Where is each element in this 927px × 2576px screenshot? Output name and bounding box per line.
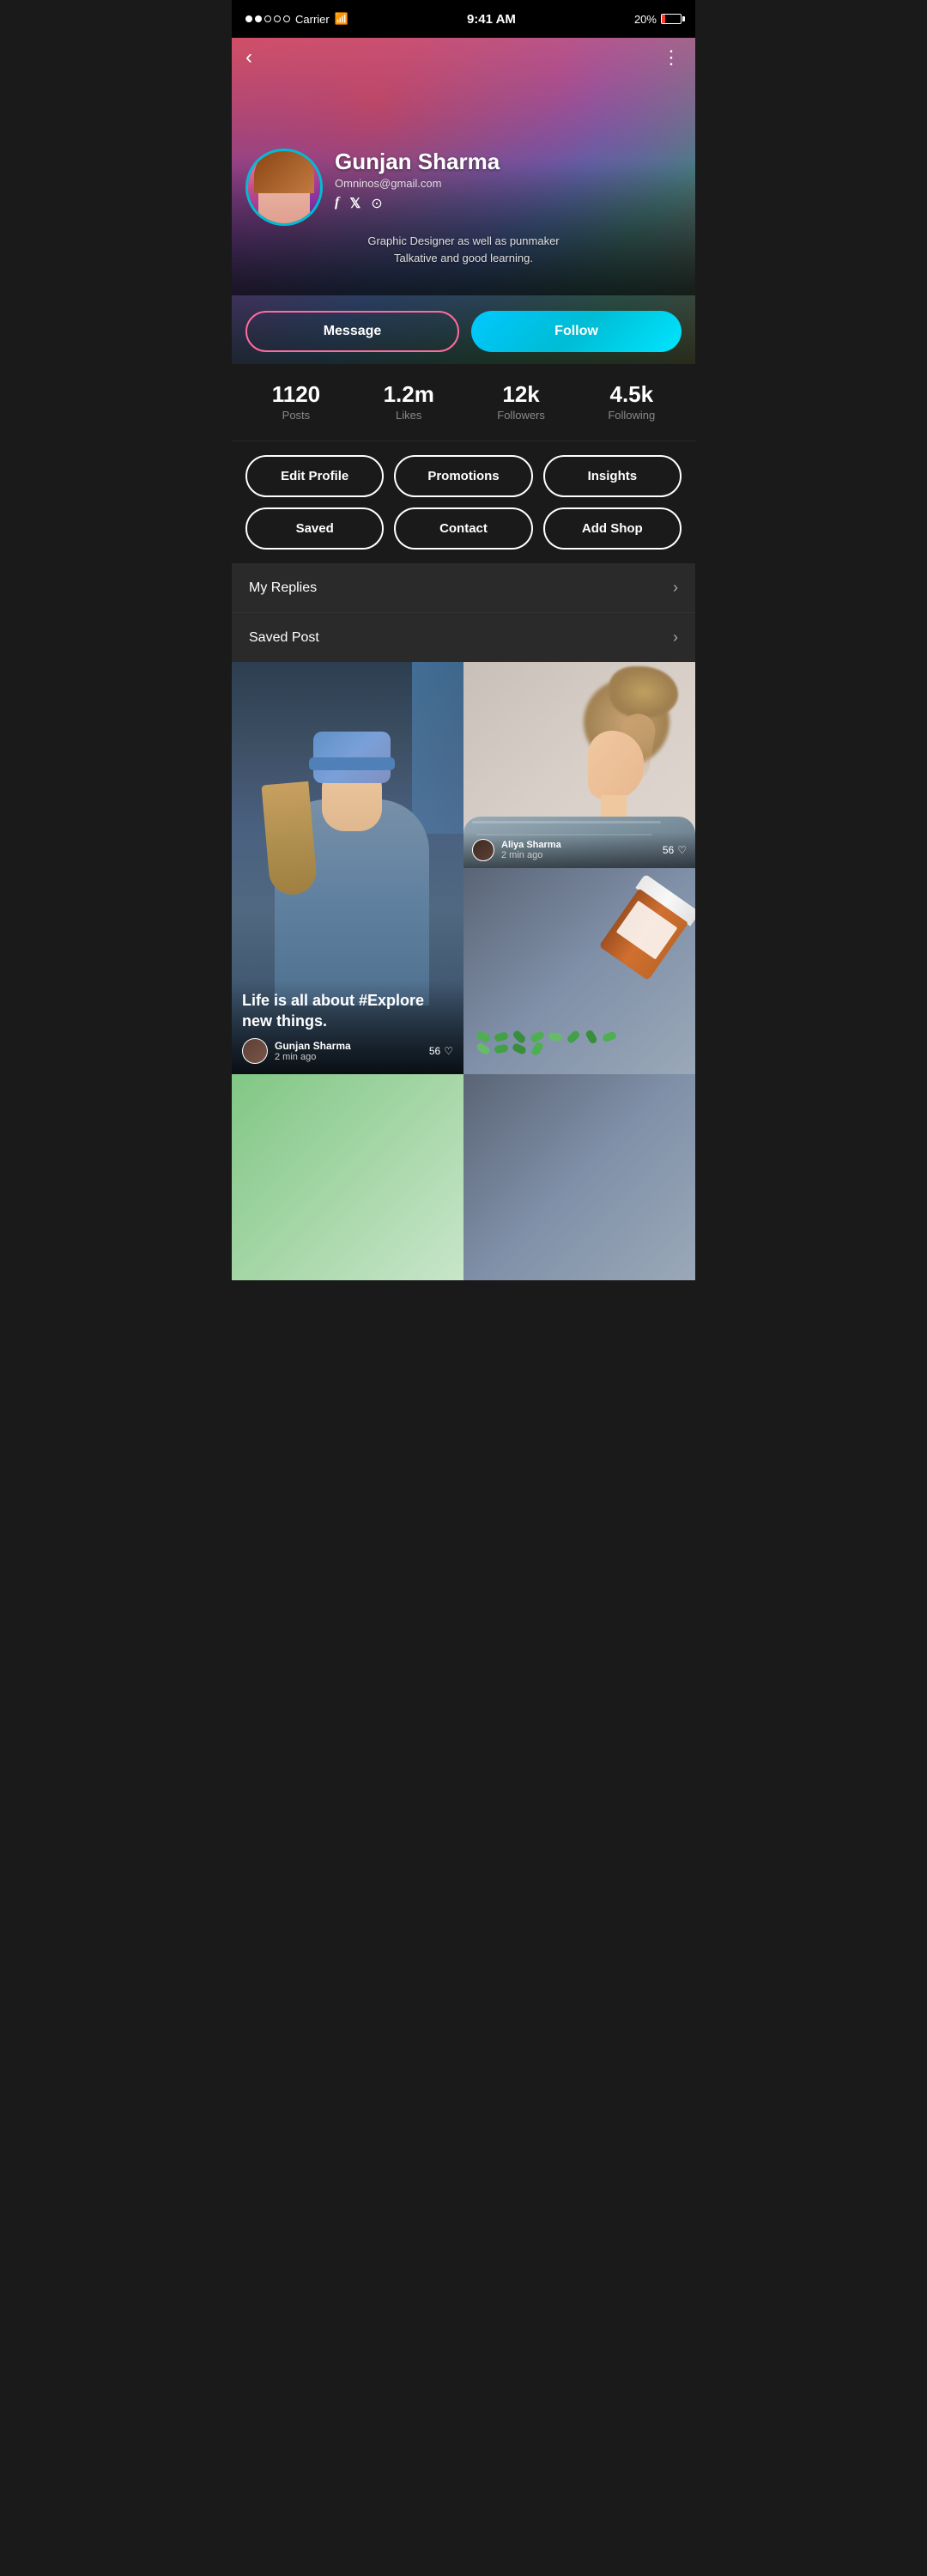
post-right-top-likes-count: 56 bbox=[663, 844, 674, 856]
bottom-left-green bbox=[232, 1074, 464, 1280]
post-right-top-user-info: Aliya Sharma 2 min ago bbox=[501, 840, 561, 860]
message-button[interactable]: Message bbox=[245, 311, 459, 352]
facebook-icon[interactable]: f bbox=[335, 195, 339, 212]
post-grid: Life is all about #Explore new things. G… bbox=[232, 662, 695, 1074]
my-replies-arrow: › bbox=[673, 579, 678, 597]
post-right-top-footer: Aliya Sharma 2 min ago 56 ♡ bbox=[472, 839, 687, 861]
stat-likes-value: 1.2m bbox=[384, 383, 434, 405]
post-right-top-time: 2 min ago bbox=[501, 850, 561, 860]
stat-likes-label: Likes bbox=[384, 409, 434, 422]
post-cell-large[interactable]: Life is all about #Explore new things. G… bbox=[232, 662, 464, 1074]
edit-profile-button[interactable]: Edit Profile bbox=[245, 455, 384, 497]
status-left: Carrier 📶 bbox=[245, 12, 348, 26]
post-large-overlay: Life is all about #Explore new things. G… bbox=[232, 981, 464, 1074]
signal-dot-3 bbox=[264, 15, 271, 22]
post-right-top-likes: 56 ♡ bbox=[663, 844, 687, 856]
bottom-right-gray bbox=[464, 1074, 695, 1280]
post-large-user: Gunjan Sharma 2 min ago bbox=[242, 1038, 351, 1064]
stat-following: 4.5k Following bbox=[608, 383, 655, 422]
post-large-time: 2 min ago bbox=[275, 1052, 351, 1062]
saved-button[interactable]: Saved bbox=[245, 507, 384, 550]
stat-likes: 1.2m Likes bbox=[384, 383, 434, 422]
status-bar: Carrier 📶 9:41 AM 20% bbox=[232, 0, 695, 38]
profile-info-section: Gunjan Sharma Omninos@gmail.com f 𝕏 ⊙ Gr… bbox=[245, 149, 682, 278]
action-row-1: Edit Profile Promotions Insights bbox=[245, 455, 682, 497]
signal-dot-1 bbox=[245, 15, 252, 22]
stat-followers-value: 12k bbox=[497, 383, 545, 405]
menu-section: My Replies › Saved Post › bbox=[232, 563, 695, 662]
profile-top-row: Gunjan Sharma Omninos@gmail.com f 𝕏 ⊙ bbox=[245, 149, 682, 226]
post-right-column: Aliya Sharma 2 min ago 56 ♡ bbox=[464, 662, 695, 1074]
post-large-likes: 56 ♡ bbox=[429, 1045, 453, 1057]
instagram-icon[interactable]: ⊙ bbox=[371, 195, 382, 212]
stat-posts-label: Posts bbox=[272, 409, 320, 422]
avatar-hair bbox=[254, 150, 314, 193]
bottom-section bbox=[232, 1074, 695, 1280]
profile-text: Gunjan Sharma Omninos@gmail.com f 𝕏 ⊙ bbox=[335, 149, 682, 212]
avatar bbox=[245, 149, 323, 226]
avatar-figure bbox=[258, 155, 310, 223]
profile-header: ‹ ⋮ Gunjan Sharma Omninos@gmail.com f 𝕏 … bbox=[232, 38, 695, 364]
stat-posts-value: 1120 bbox=[272, 383, 320, 405]
post-right-top-avatar bbox=[472, 839, 494, 861]
signal-dot-5 bbox=[283, 15, 290, 22]
post-cell-right-top[interactable]: Aliya Sharma 2 min ago 56 ♡ bbox=[464, 662, 695, 868]
promotions-button[interactable]: Promotions bbox=[394, 455, 532, 497]
status-time: 9:41 AM bbox=[467, 12, 516, 27]
post-large-likes-count: 56 bbox=[429, 1045, 440, 1057]
nav-row: ‹ ⋮ bbox=[232, 46, 695, 69]
post-right-top-username: Aliya Sharma bbox=[501, 840, 561, 850]
stat-posts: 1120 Posts bbox=[272, 383, 320, 422]
battery-fill bbox=[662, 15, 665, 23]
stat-followers: 12k Followers bbox=[497, 383, 545, 422]
post-large-username: Gunjan Sharma bbox=[275, 1040, 351, 1052]
battery-icon bbox=[661, 14, 682, 24]
stat-following-value: 4.5k bbox=[608, 383, 655, 405]
profile-bio: Graphic Designer as well as punmaker Tal… bbox=[245, 233, 682, 266]
action-grid: Edit Profile Promotions Insights Saved C… bbox=[232, 441, 695, 563]
battery-percent: 20% bbox=[634, 13, 657, 26]
profile-email: Omninos@gmail.com bbox=[335, 177, 682, 190]
saved-post-label: Saved Post bbox=[249, 630, 319, 646]
post-large-footer: Gunjan Sharma 2 min ago 56 ♡ bbox=[242, 1038, 453, 1064]
profile-name: Gunjan Sharma bbox=[335, 149, 682, 175]
twitter-icon[interactable]: 𝕏 bbox=[349, 195, 360, 212]
stats-row: 1120 Posts 1.2m Likes 12k Followers 4.5k… bbox=[232, 364, 695, 441]
stat-following-label: Following bbox=[608, 409, 655, 422]
signal-dots bbox=[245, 15, 290, 22]
post-right-top-overlay: Aliya Sharma 2 min ago 56 ♡ bbox=[464, 832, 695, 868]
post-large-image: Life is all about #Explore new things. G… bbox=[232, 662, 464, 1074]
back-button[interactable]: ‹ bbox=[245, 47, 252, 68]
post-right-top-user: Aliya Sharma 2 min ago bbox=[472, 839, 561, 861]
saved-post-menu-item[interactable]: Saved Post › bbox=[232, 613, 695, 662]
header-action-buttons: Message Follow bbox=[245, 311, 682, 352]
post-large-user-info: Gunjan Sharma 2 min ago bbox=[275, 1040, 351, 1062]
post-large-heart-icon: ♡ bbox=[444, 1045, 453, 1057]
action-row-2: Saved Contact Add Shop bbox=[245, 507, 682, 550]
post-pills-image bbox=[464, 868, 695, 1074]
signal-dot-4 bbox=[274, 15, 281, 22]
insights-button[interactable]: Insights bbox=[543, 455, 682, 497]
social-icons-row: f 𝕏 ⊙ bbox=[335, 195, 682, 212]
my-replies-label: My Replies bbox=[249, 580, 317, 596]
add-shop-button[interactable]: Add Shop bbox=[543, 507, 682, 550]
carrier-label: Carrier bbox=[295, 13, 330, 26]
post-right-top-heart-icon: ♡ bbox=[677, 844, 687, 856]
saved-post-arrow: › bbox=[673, 629, 678, 647]
status-right: 20% bbox=[634, 13, 682, 26]
follow-button[interactable]: Follow bbox=[471, 311, 682, 352]
wifi-icon: 📶 bbox=[335, 12, 348, 26]
stat-followers-label: Followers bbox=[497, 409, 545, 422]
avatar-inner bbox=[248, 151, 320, 223]
contact-button[interactable]: Contact bbox=[394, 507, 532, 550]
post-large-caption: Life is all about #Explore new things. bbox=[242, 991, 453, 1031]
more-options-button[interactable]: ⋮ bbox=[662, 46, 682, 69]
signal-dot-2 bbox=[255, 15, 262, 22]
my-replies-menu-item[interactable]: My Replies › bbox=[232, 563, 695, 613]
post-cell-right-bottom[interactable] bbox=[464, 868, 695, 1074]
post-large-avatar bbox=[242, 1038, 268, 1064]
